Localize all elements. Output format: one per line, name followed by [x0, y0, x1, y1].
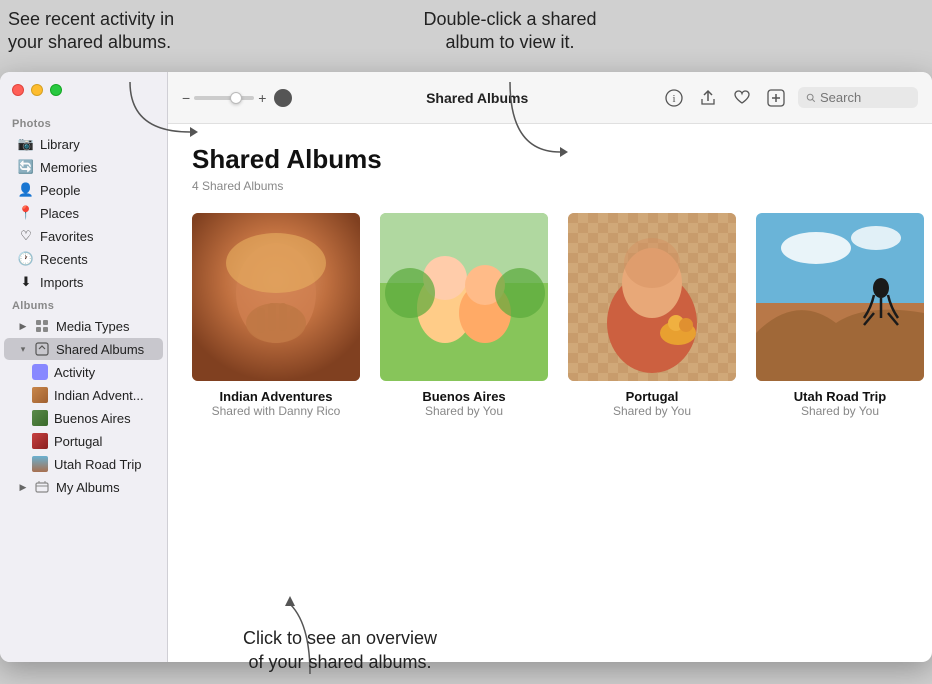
sidebar-item-label: Activity: [54, 365, 95, 380]
search-icon: [806, 92, 816, 104]
album-thumbnail-buenos: [380, 213, 548, 381]
album-item-utah-road-trip[interactable]: Utah Road Trip Shared by You: [756, 213, 924, 418]
page-title: Shared Albums: [192, 144, 908, 175]
activity-thumb: [32, 364, 48, 380]
share-button[interactable]: [696, 86, 720, 110]
library-icon: 📷: [18, 136, 34, 152]
sidebar-item-label: Memories: [40, 160, 97, 175]
favorite-button[interactable]: [730, 86, 754, 110]
places-icon: 📍: [18, 205, 34, 221]
svg-text:i: i: [672, 93, 675, 105]
album-item-indian-adventures[interactable]: Indian Adventures Shared with Danny Rico: [192, 213, 360, 418]
search-input[interactable]: [820, 90, 910, 105]
media-types-icon: [34, 318, 50, 334]
album-thumbnail-portugal: [568, 213, 736, 381]
favorites-icon: ♡: [18, 228, 34, 244]
sidebar-item-imports[interactable]: ⬇ Imports: [4, 271, 163, 293]
content-area: Shared Albums 4 Shared Albums: [168, 124, 932, 662]
toolbar-title: Shared Albums: [300, 90, 654, 106]
fullscreen-button[interactable]: [50, 84, 62, 96]
sidebar-item-memories[interactable]: 🔄 Memories: [4, 156, 163, 178]
minimize-button[interactable]: [31, 84, 43, 96]
zoom-control: − +: [182, 89, 292, 107]
album-name: Utah Road Trip: [794, 389, 886, 404]
sidebar-item-utah-road-trip[interactable]: Utah Road Trip: [4, 453, 163, 475]
albums-grid: Indian Adventures Shared with Danny Rico: [192, 213, 908, 418]
album-shared-by: Shared with Danny Rico: [212, 404, 341, 418]
sidebar-item-recents[interactable]: 🕐 Recents: [4, 248, 163, 270]
zoom-slider[interactable]: [194, 96, 254, 100]
album-thumbnail-indian: [192, 213, 360, 381]
sidebar-item-buenos-aires[interactable]: Buenos Aires: [4, 407, 163, 429]
annotation-top-right: Double-click a sharedalbum to view it.: [370, 8, 650, 55]
album-shared-by: Shared by You: [613, 404, 691, 418]
sidebar-item-label: Portugal: [54, 434, 102, 449]
buenos-thumb: [32, 410, 48, 426]
main-content-area: − + Shared Albums i: [168, 72, 932, 662]
sidebar-item-media-types[interactable]: ▶ Media Types: [4, 315, 163, 337]
album-item-buenos-aires[interactable]: Buenos Aires Shared by You: [380, 213, 548, 418]
album-shared-by: Shared by You: [801, 404, 879, 418]
sidebar-item-label: Media Types: [56, 319, 129, 334]
sidebar: Photos 📷 Library 🔄 Memories 👤 People 📍 P…: [0, 72, 168, 662]
indian-thumb: [32, 387, 48, 403]
imports-icon: ⬇: [18, 274, 34, 290]
albums-count: 4 Shared Albums: [192, 179, 908, 193]
disclosure-icon: ▶: [18, 321, 28, 331]
sidebar-item-label: People: [40, 183, 80, 198]
sidebar-item-label: Recents: [40, 252, 88, 267]
photos-section-label: Photos: [0, 112, 167, 132]
add-button[interactable]: [764, 86, 788, 110]
album-shared-by: Shared by You: [425, 404, 503, 418]
portugal-thumb: [32, 433, 48, 449]
sidebar-item-people[interactable]: 👤 People: [4, 179, 163, 201]
main-window: Photos 📷 Library 🔄 Memories 👤 People 📍 P…: [0, 72, 932, 662]
annotation-top-left: See recent activity inyour shared albums…: [8, 8, 308, 55]
sidebar-item-label: Shared Albums: [56, 342, 144, 357]
zoom-minus-button[interactable]: −: [182, 90, 190, 106]
album-thumbnail-utah: [756, 213, 924, 381]
album-name: Indian Adventures: [220, 389, 333, 404]
people-icon: 👤: [18, 182, 34, 198]
sidebar-item-places[interactable]: 📍 Places: [4, 202, 163, 224]
traffic-lights: [12, 84, 62, 96]
disclosure-icon: ▾: [18, 344, 28, 354]
sidebar-item-label: Imports: [40, 275, 83, 290]
my-albums-icon: [34, 479, 50, 495]
shared-albums-icon: [34, 341, 50, 357]
album-name: Portugal: [626, 389, 679, 404]
sidebar-item-label: Places: [40, 206, 79, 221]
recents-icon: 🕐: [18, 251, 34, 267]
sidebar-item-label: Buenos Aires: [54, 411, 131, 426]
album-name: Buenos Aires: [422, 389, 505, 404]
zoom-circle: [274, 89, 292, 107]
sidebar-item-label: Library: [40, 137, 80, 152]
toolbar-actions: i: [662, 86, 918, 110]
album-item-portugal[interactable]: Portugal Shared by You: [568, 213, 736, 418]
sidebar-item-my-albums[interactable]: ▶ My Albums: [4, 476, 163, 498]
sidebar-item-indian-adventures[interactable]: Indian Advent...: [4, 384, 163, 406]
search-box[interactable]: [798, 87, 918, 108]
albums-section-label: Albums: [0, 294, 167, 314]
info-button[interactable]: i: [662, 86, 686, 110]
zoom-plus-button[interactable]: +: [258, 90, 266, 106]
sidebar-item-shared-albums[interactable]: ▾ Shared Albums: [4, 338, 163, 360]
toolbar: − + Shared Albums i: [168, 72, 932, 124]
close-button[interactable]: [12, 84, 24, 96]
utah-thumb: [32, 456, 48, 472]
sidebar-item-favorites[interactable]: ♡ Favorites: [4, 225, 163, 247]
zoom-thumb[interactable]: [230, 92, 242, 104]
disclosure-icon: ▶: [18, 482, 28, 492]
memories-icon: 🔄: [18, 159, 34, 175]
sidebar-item-label: Indian Advent...: [54, 388, 144, 403]
sidebar-item-portugal[interactable]: Portugal: [4, 430, 163, 452]
sidebar-item-label: My Albums: [56, 480, 120, 495]
sidebar-item-library[interactable]: 📷 Library: [4, 133, 163, 155]
sidebar-item-label: Favorites: [40, 229, 93, 244]
sidebar-item-activity[interactable]: Activity: [4, 361, 163, 383]
sidebar-item-label: Utah Road Trip: [54, 457, 141, 472]
